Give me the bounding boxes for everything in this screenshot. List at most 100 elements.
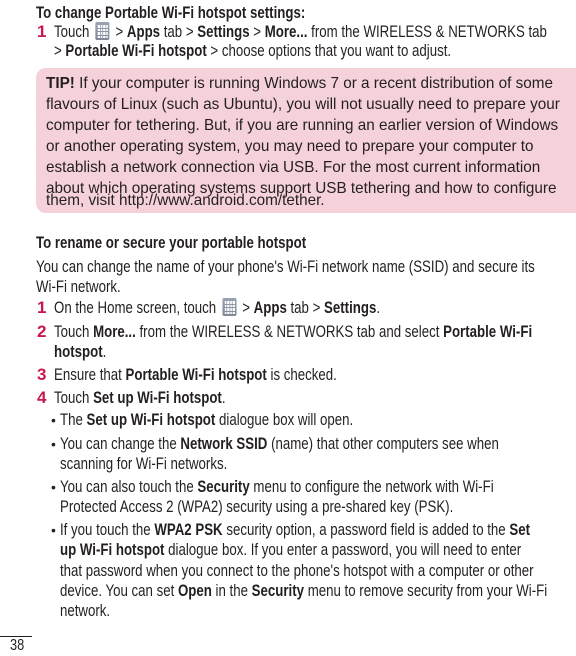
apps-grid-dot bbox=[227, 304, 230, 307]
tip-text: If your computer is running Windows 7 or… bbox=[74, 75, 554, 92]
setup-hotspot-label: Set up Wi-Fi hotspot bbox=[86, 410, 216, 429]
apps-grid-dot bbox=[100, 35, 103, 38]
text: Touch bbox=[54, 388, 94, 407]
apps-grid-dot bbox=[100, 25, 103, 28]
step-4: Touch Set up Wi-Fi hotspot. bbox=[54, 387, 274, 409]
bullet-4-line-3: that password when you connect to the ph… bbox=[60, 560, 576, 582]
apps-grid-dot bbox=[100, 28, 103, 31]
text: dialogue box will open. bbox=[215, 410, 354, 429]
apps-grid-dot bbox=[97, 35, 100, 38]
settings-label: Settings bbox=[324, 298, 377, 317]
text: from the WIRELESS & NETWORKS tab and sel… bbox=[135, 322, 444, 341]
apps-grid-dot bbox=[229, 304, 232, 307]
text: is checked. bbox=[266, 365, 337, 384]
wpa2-psk-label: WPA2 PSK bbox=[154, 520, 223, 539]
text: Touch bbox=[54, 22, 94, 41]
text: If you touch the bbox=[60, 520, 155, 539]
network-ssid-label: Network SSID bbox=[180, 434, 268, 453]
apps-grid-dot bbox=[105, 35, 108, 38]
apps-grid-icon bbox=[95, 22, 110, 40]
apps-grid-dot bbox=[224, 304, 227, 307]
apps-grid-dot bbox=[229, 311, 232, 314]
apps-grid-dot bbox=[232, 311, 235, 314]
text: You can change the bbox=[60, 434, 181, 453]
text: > choose options that you want to adjust… bbox=[206, 41, 452, 60]
bullet-1: The Set up Wi-Fi hotspot dialogue box wi… bbox=[60, 409, 436, 431]
bullet-4-line-4: device. You can set Open in the Security… bbox=[60, 580, 576, 602]
set-label: Set bbox=[509, 520, 531, 539]
bullet-4-line-5: network. bbox=[60, 600, 124, 622]
text: . bbox=[102, 342, 107, 361]
intro-line: Wi-Fi network. bbox=[36, 276, 145, 298]
tip-line: computer for tethering. But, if you are … bbox=[46, 115, 576, 136]
text: > bbox=[238, 298, 254, 317]
text: device. You can set bbox=[60, 581, 178, 600]
apps-grid-dot bbox=[97, 28, 100, 31]
bullet-4-line-1: If you touch the WPA2 PSK security optio… bbox=[60, 519, 576, 541]
setup-hotspot-label: Set up Wi-Fi hotspot bbox=[93, 388, 222, 407]
apps-grid-dot bbox=[105, 25, 108, 28]
text: On the Home screen, touch bbox=[54, 298, 220, 317]
apps-grid-dot bbox=[97, 32, 100, 35]
tip-text: computer for tethering. But, if you are … bbox=[46, 117, 559, 134]
apps-grid-dot bbox=[97, 25, 100, 28]
apps-label: Apps bbox=[253, 298, 287, 317]
apps-grid-dot bbox=[103, 28, 106, 31]
text: Protected Access 2 (WPA2) security using… bbox=[60, 497, 454, 516]
text: tab > bbox=[160, 22, 198, 41]
text: . bbox=[221, 388, 226, 407]
page-number-text: 38 bbox=[10, 637, 25, 654]
bullet-4-line-2: up Wi-Fi hotspot dialogue box. If you en… bbox=[60, 539, 576, 561]
text: security option, a password field is add… bbox=[222, 520, 510, 539]
text: from the WIRELESS & NETWORKS tab bbox=[307, 22, 547, 41]
settings-label: Settings bbox=[197, 22, 250, 41]
tip-text: establish a network connection via USB. … bbox=[46, 159, 541, 176]
page-number: 38 bbox=[10, 636, 28, 656]
text: in the bbox=[211, 581, 252, 600]
intro-text: Wi-Fi network. bbox=[36, 277, 121, 296]
tip-label: TIP! bbox=[46, 75, 75, 92]
bullet-icon: • bbox=[51, 522, 56, 538]
text: tab > bbox=[286, 298, 325, 317]
text: The bbox=[60, 410, 87, 429]
step-1: On the Home screen, touch > Apps tab > S… bbox=[54, 297, 472, 319]
more-label: More... bbox=[93, 322, 136, 341]
step-2-line-1: Touch More... from the WIRELESS & NETWOR… bbox=[54, 321, 576, 343]
apps-grid-dot bbox=[227, 301, 230, 304]
text: that password when you connect to the ph… bbox=[60, 561, 534, 580]
text: > bbox=[54, 41, 66, 60]
bullet-icon: • bbox=[51, 479, 56, 495]
setup-hotspot-label: up Wi-Fi hotspot bbox=[60, 540, 165, 559]
step-number: 2 bbox=[37, 322, 47, 341]
text: You can also touch the bbox=[60, 477, 198, 496]
step-3: Ensure that Portable Wi-Fi hotspot is ch… bbox=[54, 364, 417, 386]
apps-grid-dot bbox=[232, 304, 235, 307]
heading-text: To rename or secure your portable hotspo… bbox=[36, 233, 307, 252]
text: network. bbox=[60, 601, 111, 620]
text: Touch bbox=[54, 322, 94, 341]
tip-link-text: them, visit http://www.android.com/tethe… bbox=[46, 192, 325, 209]
apps-grid-dot bbox=[232, 301, 235, 304]
tip-text: flavours of Linux (such as Ubuntu), you … bbox=[46, 96, 560, 113]
text: > bbox=[249, 22, 265, 41]
apps-label: Apps bbox=[126, 22, 161, 41]
tip-line: flavours of Linux (such as Ubuntu), you … bbox=[46, 94, 576, 115]
text: scanning for Wi-Fi networks. bbox=[60, 454, 228, 473]
step-number: 4 bbox=[37, 388, 47, 407]
apps-grid-dot bbox=[227, 311, 230, 314]
security-label: Security bbox=[197, 477, 250, 496]
bullet-icon: • bbox=[51, 412, 56, 428]
portable-hotspot-label: Portable Wi-Fi hotspot bbox=[65, 41, 207, 60]
bullet-2-line-1: You can change the Network SSID (name) t… bbox=[60, 433, 576, 455]
text: menu to configure the network with Wi-Fi bbox=[249, 477, 494, 496]
step-number: 1 bbox=[37, 22, 47, 41]
text: menu to remove security from your Wi-Fi bbox=[304, 581, 548, 600]
more-label: More... bbox=[264, 22, 308, 41]
text: (name) that other computers see when bbox=[267, 434, 499, 453]
apps-grid-dot bbox=[103, 35, 106, 38]
apps-grid-dot bbox=[103, 32, 106, 35]
intro-text: You can change the name of your phone's … bbox=[36, 257, 535, 276]
tip-line: or another operating system, you may nee… bbox=[46, 136, 557, 157]
step-1-line-2: > Portable Wi-Fi hotspot > choose option… bbox=[54, 40, 563, 62]
step-number: 3 bbox=[37, 365, 47, 384]
